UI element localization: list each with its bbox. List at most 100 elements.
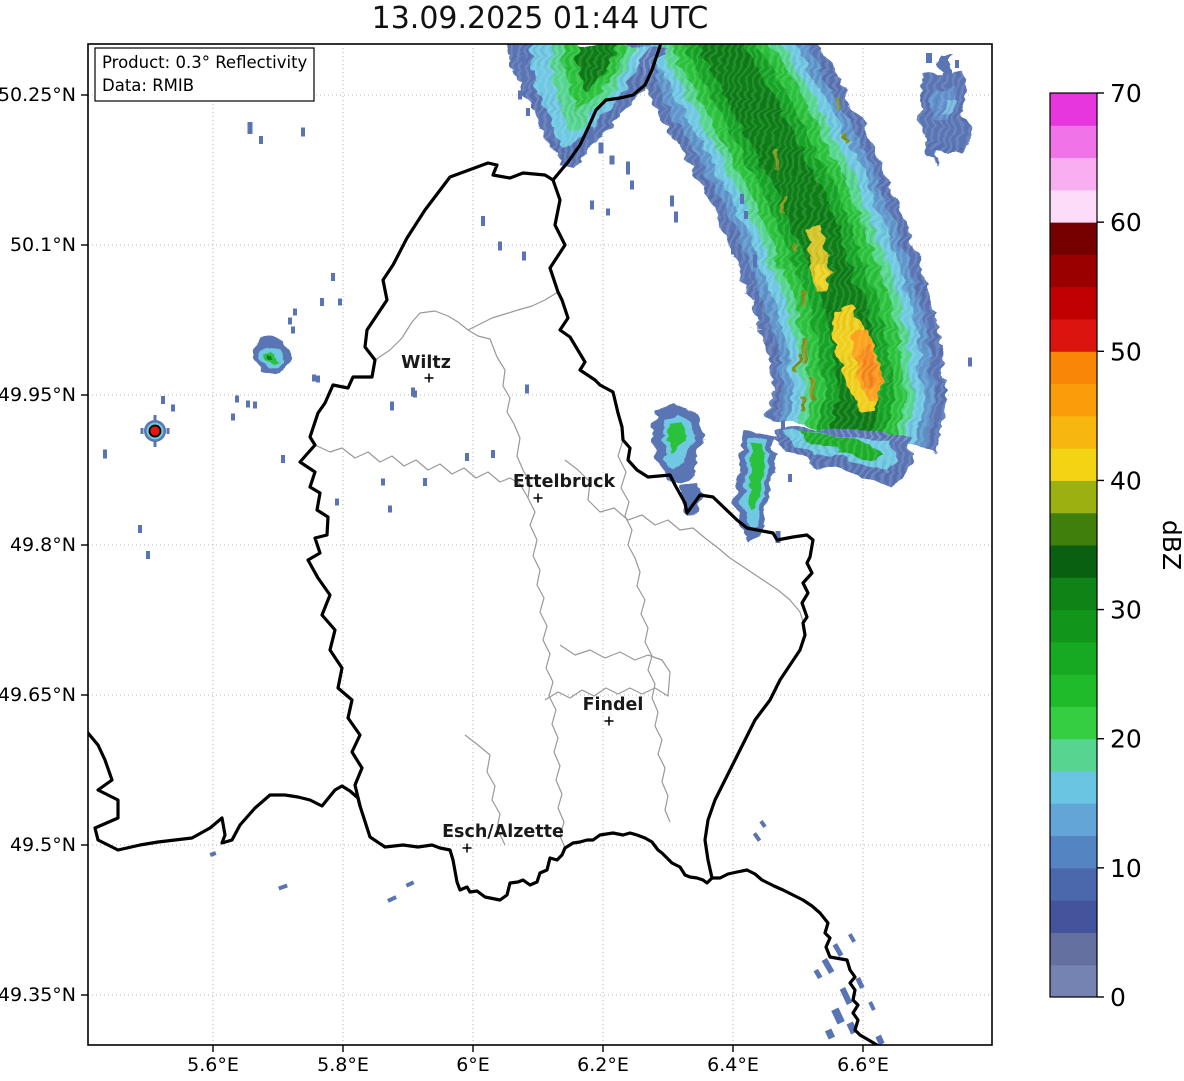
echo-speckle (598, 142, 604, 154)
echo-speckle (788, 474, 792, 482)
echo-speckle (246, 400, 250, 408)
echo-speckle (821, 958, 835, 974)
echo-speckle (161, 396, 165, 404)
echo-speckle (759, 819, 767, 829)
echo-texture (916, 68, 968, 153)
echo-speckle (103, 449, 107, 459)
colorbar-segment (1050, 771, 1097, 804)
echo-speckle (606, 208, 610, 216)
colorbar-segment (1050, 641, 1097, 675)
echo-speckle (626, 161, 630, 175)
district-border (617, 439, 671, 823)
colorbar-segment (1050, 706, 1097, 740)
radar-clutter-tick (153, 441, 157, 447)
echo-speckle (522, 251, 526, 261)
echo-speckle (465, 453, 469, 461)
echo-speckle (387, 895, 397, 903)
lon-tick-label: 5.8°E (317, 1054, 369, 1076)
echo-speckle (731, 243, 735, 255)
colorbar-segment (1050, 900, 1097, 933)
lon-tick-label: 6°E (456, 1054, 490, 1076)
echo-speckle (753, 254, 757, 268)
echo-speckle (781, 420, 785, 430)
echo-speckle (824, 1028, 836, 1040)
echo-speckle (209, 851, 217, 857)
city-label: Wiltz (401, 353, 451, 373)
echo-speckle (281, 455, 285, 463)
colorbar-segment (1050, 189, 1097, 223)
radar-site-dot (148, 424, 162, 438)
plot-title: 13.09.2025 01:44 UTC (372, 1, 709, 36)
echo-speckle (531, 70, 535, 80)
city-marker (424, 373, 434, 383)
echo-speckle (278, 883, 288, 891)
echo-speckle (522, 55, 526, 65)
radar-echoes (103, 44, 972, 1045)
product-info-box: Product: 0.3° Reflectivity Data: RMIB (94, 47, 315, 102)
colorbar-segment (1050, 964, 1097, 998)
echo-speckle (138, 525, 142, 533)
lat-tick-label: 49.65°N (0, 684, 76, 706)
city-label: Findel (583, 695, 644, 715)
lon-tick-label: 6.6°E (837, 1054, 889, 1076)
echo-texture (503, 44, 662, 166)
lat-tick-label: 49.35°N (0, 984, 76, 1006)
echo-speckle (518, 90, 522, 100)
lat-tick-label: 49.5°N (10, 834, 76, 856)
echo-ragged-group (250, 44, 968, 538)
echo-speckle (335, 498, 339, 506)
echo-speckle (388, 505, 392, 513)
city-marker (533, 493, 543, 503)
colorbar-segment (1050, 319, 1097, 352)
district-border (496, 356, 566, 849)
echo-speckle (968, 357, 972, 367)
echo-speckle (235, 395, 239, 403)
colorbar-segment (1050, 932, 1097, 966)
band-texture (624, 44, 942, 474)
colorbar-segment (1050, 125, 1097, 159)
echo-speckle (316, 375, 320, 383)
city-markers: Wiltz Ettelbruck Findel Esch/Alzette (401, 353, 643, 853)
colorbar-segment (1050, 867, 1097, 901)
echo-speckle (526, 108, 530, 116)
product-line: Product: 0.3° Reflectivity (102, 53, 308, 72)
echo-speckle (868, 1001, 876, 1011)
colorbar-segment (1050, 222, 1097, 255)
echo-speckle (381, 478, 385, 486)
colorbar-tick-label: 30 (1110, 596, 1142, 625)
echo-speckle (740, 194, 744, 204)
colorbar-segment (1050, 835, 1097, 869)
radar-map-svg: 13.09.2025 01:44 UTC Wiltz Ettelbruck Find… (0, 1, 1184, 1076)
radar-figure: 13.09.2025 01:44 UTC Wiltz Ettelbruck Find… (0, 0, 1184, 1081)
radar-clutter-tick (140, 428, 144, 434)
lon-tick-label: 6.2°E (577, 1054, 629, 1076)
colorbar-segment (1050, 254, 1097, 288)
echo-speckle (481, 216, 485, 226)
clutter-blob-core (265, 350, 271, 356)
echo-speckle (390, 401, 394, 411)
district-border (314, 444, 529, 499)
colorbar-segment (1050, 577, 1097, 611)
lat-tick-label: 50.1°N (10, 234, 76, 256)
neighbor-border (88, 731, 362, 852)
colorbar-segment (1050, 803, 1097, 837)
echo-speckle (331, 273, 335, 281)
colorbar-tick-label: 20 (1110, 725, 1142, 754)
colorbar-tick-label: 10 (1110, 854, 1142, 883)
city-marker (462, 843, 472, 853)
colorbar-segment (1050, 351, 1097, 385)
colorbar-segment (1050, 93, 1097, 126)
echo-speckle (312, 374, 316, 382)
colorbar-segment (1050, 674, 1097, 707)
echo-speckle (752, 832, 762, 842)
data-source-line: Data: RMIB (102, 76, 194, 95)
echo-speckle (630, 180, 634, 190)
colorbar-segment (1050, 286, 1097, 320)
city-marker (604, 716, 614, 726)
echo-speckle (288, 317, 292, 325)
echo-speckle (320, 298, 324, 306)
lat-tick-label: 50.25°N (0, 84, 76, 106)
echo-speckle (839, 987, 853, 1005)
colorbar-segment (1050, 157, 1097, 191)
echo-speckle (758, 310, 762, 320)
